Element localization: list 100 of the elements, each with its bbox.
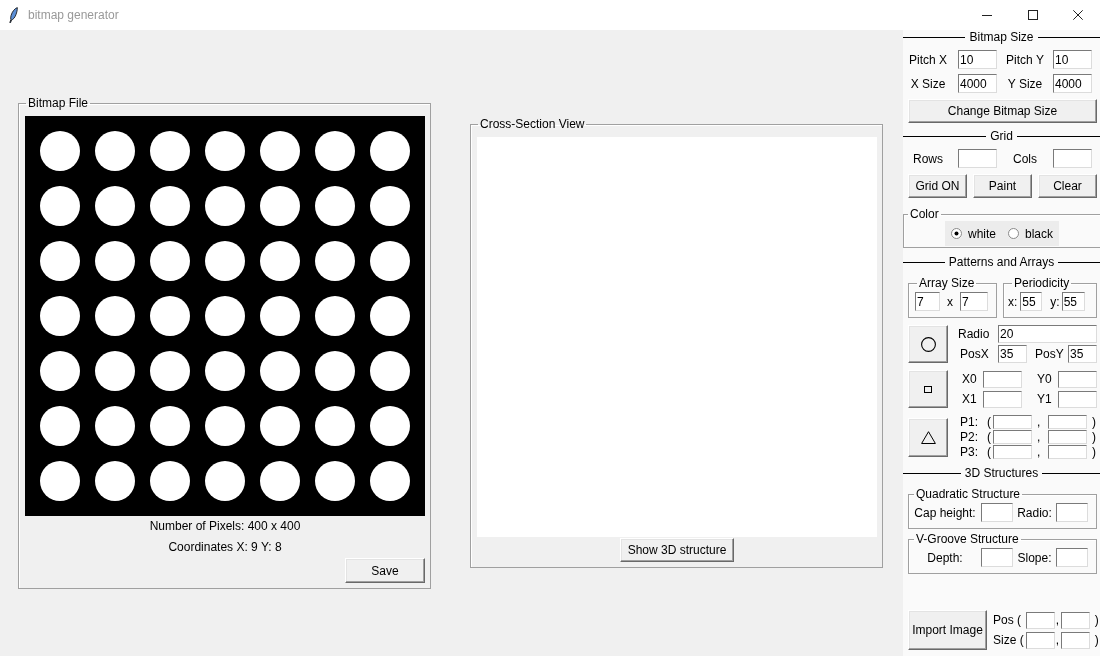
bracket-text: ) [1091,415,1096,429]
input-field[interactable] [958,149,997,168]
field-label: x: [1008,294,1018,309]
square-icon [924,385,932,393]
field-label: y: [1049,294,1060,309]
close-icon[interactable] [1073,10,1083,20]
group-title: Quadratic Structure [915,487,1022,501]
input-field[interactable] [1056,503,1088,522]
field-label: Radio [958,327,990,341]
field-label: P3: [959,445,978,459]
input-field[interactable] [993,430,1032,444]
triangle-icon [920,430,936,444]
field-label: P2: [959,430,978,444]
input-field[interactable] [1060,611,1090,629]
input-field[interactable]: 4000 [958,74,997,93]
radio-option[interactable]: black [1008,226,1053,241]
bracket-text: ) [1093,613,1099,627]
input-field[interactable] [993,415,1032,429]
radio-option[interactable]: white [951,226,996,241]
feather-icon [9,7,18,23]
save-button[interactable]: Save [345,558,425,583]
input-field[interactable]: 7 [960,292,988,311]
bracket-text: ( [986,445,991,459]
grid-action-button[interactable]: Grid ON [908,174,967,198]
field-label: X Size [910,76,947,91]
bracket-text: ( [986,430,991,444]
section-title: 3D Structures [963,466,1040,480]
group-title: Periodicity [1013,276,1071,290]
input-field[interactable] [993,445,1032,459]
input-field[interactable] [1048,430,1087,444]
field-label: Pitch Y [1006,52,1044,67]
input-field[interactable] [1056,548,1088,567]
input-field[interactable]: 10 [958,50,997,69]
import-image-button[interactable]: Import Image [908,610,987,650]
show-structure-button[interactable]: Show 3D structure [620,538,734,562]
circle-shape-button[interactable] [908,325,948,363]
grid-action-button[interactable]: Paint [973,174,1032,198]
grid-action-button[interactable]: Clear [1038,174,1097,198]
field-label: Y0 [1036,372,1052,386]
bracket-text: ) [1091,430,1096,444]
square-shape-button[interactable] [908,370,948,408]
input-field[interactable] [1053,149,1092,168]
field-label: Slope: [1017,550,1052,565]
field-label: Pos ( [993,613,1022,627]
circle-icon [920,336,936,352]
group-title: Bitmap File [27,96,90,110]
input-field[interactable] [1025,631,1055,649]
input-field[interactable]: 55 [1061,292,1085,311]
input-field[interactable] [1060,631,1090,649]
minimize-icon[interactable] [982,14,992,16]
input-field[interactable] [981,548,1013,567]
window-title: bitmap generator [28,7,119,23]
input-field[interactable]: 55 [1020,292,1043,311]
field-label: Y Size [1007,76,1043,91]
maximize-icon[interactable] [1028,10,1038,20]
group-title: Array Size [918,276,976,290]
field-label: P1: [959,415,978,429]
triangle-shape-button[interactable] [908,417,948,457]
bracket-text: ( [986,415,991,429]
input-field[interactable]: 20 [998,325,1097,343]
field-label: X0 [961,372,977,386]
input-field[interactable] [983,390,1022,408]
section-title: Grid [989,129,1014,143]
input-field[interactable]: 10 [1053,50,1092,69]
group-title: Color [909,207,940,221]
comma-text: , [1036,430,1041,444]
input-field[interactable] [1025,611,1055,629]
field-label: Radio: [1017,505,1052,520]
input-field[interactable]: 35 [998,345,1027,363]
field-label: PosX [959,347,989,361]
change-size-button[interactable]: Change Bitmap Size [908,99,1097,123]
field-label: PosY [1034,347,1064,361]
input-field[interactable] [983,370,1022,388]
input-field[interactable]: 35 [1068,345,1097,363]
comma-text: , [1054,633,1060,647]
input-field[interactable] [1048,415,1087,429]
section-title: Bitmap Size [968,30,1035,44]
input-field[interactable]: 4000 [1053,74,1092,93]
field-label: X1 [961,392,977,406]
bracket-text: ) [1091,445,1096,459]
group-title: Cross-Section View [479,117,586,131]
input-field[interactable] [1058,370,1097,388]
coordinates-text: Coordinates X: 9 Y: 8 [168,540,282,555]
comma-text: , [1036,415,1041,429]
section-title: Patterns and Arrays [947,255,1056,269]
input-field[interactable] [1048,445,1087,459]
bracket-text: ) [1093,633,1099,647]
field-label: Cap height: [914,505,976,520]
field-label: Rows [913,151,944,166]
field-label: Pitch X [909,52,948,67]
pixel-count-text: Number of Pixels: 400 x 400 [149,519,301,534]
group-title: V-Groove Structure [915,532,1020,546]
separator-text: x [946,294,953,309]
comma-text: , [1036,445,1041,459]
field-label: Cols [1013,151,1037,166]
comma-text: , [1054,613,1060,627]
field-label: Size ( [993,633,1025,647]
input-field[interactable] [981,503,1013,522]
input-field[interactable] [1058,390,1097,408]
input-field[interactable]: 7 [915,292,940,311]
